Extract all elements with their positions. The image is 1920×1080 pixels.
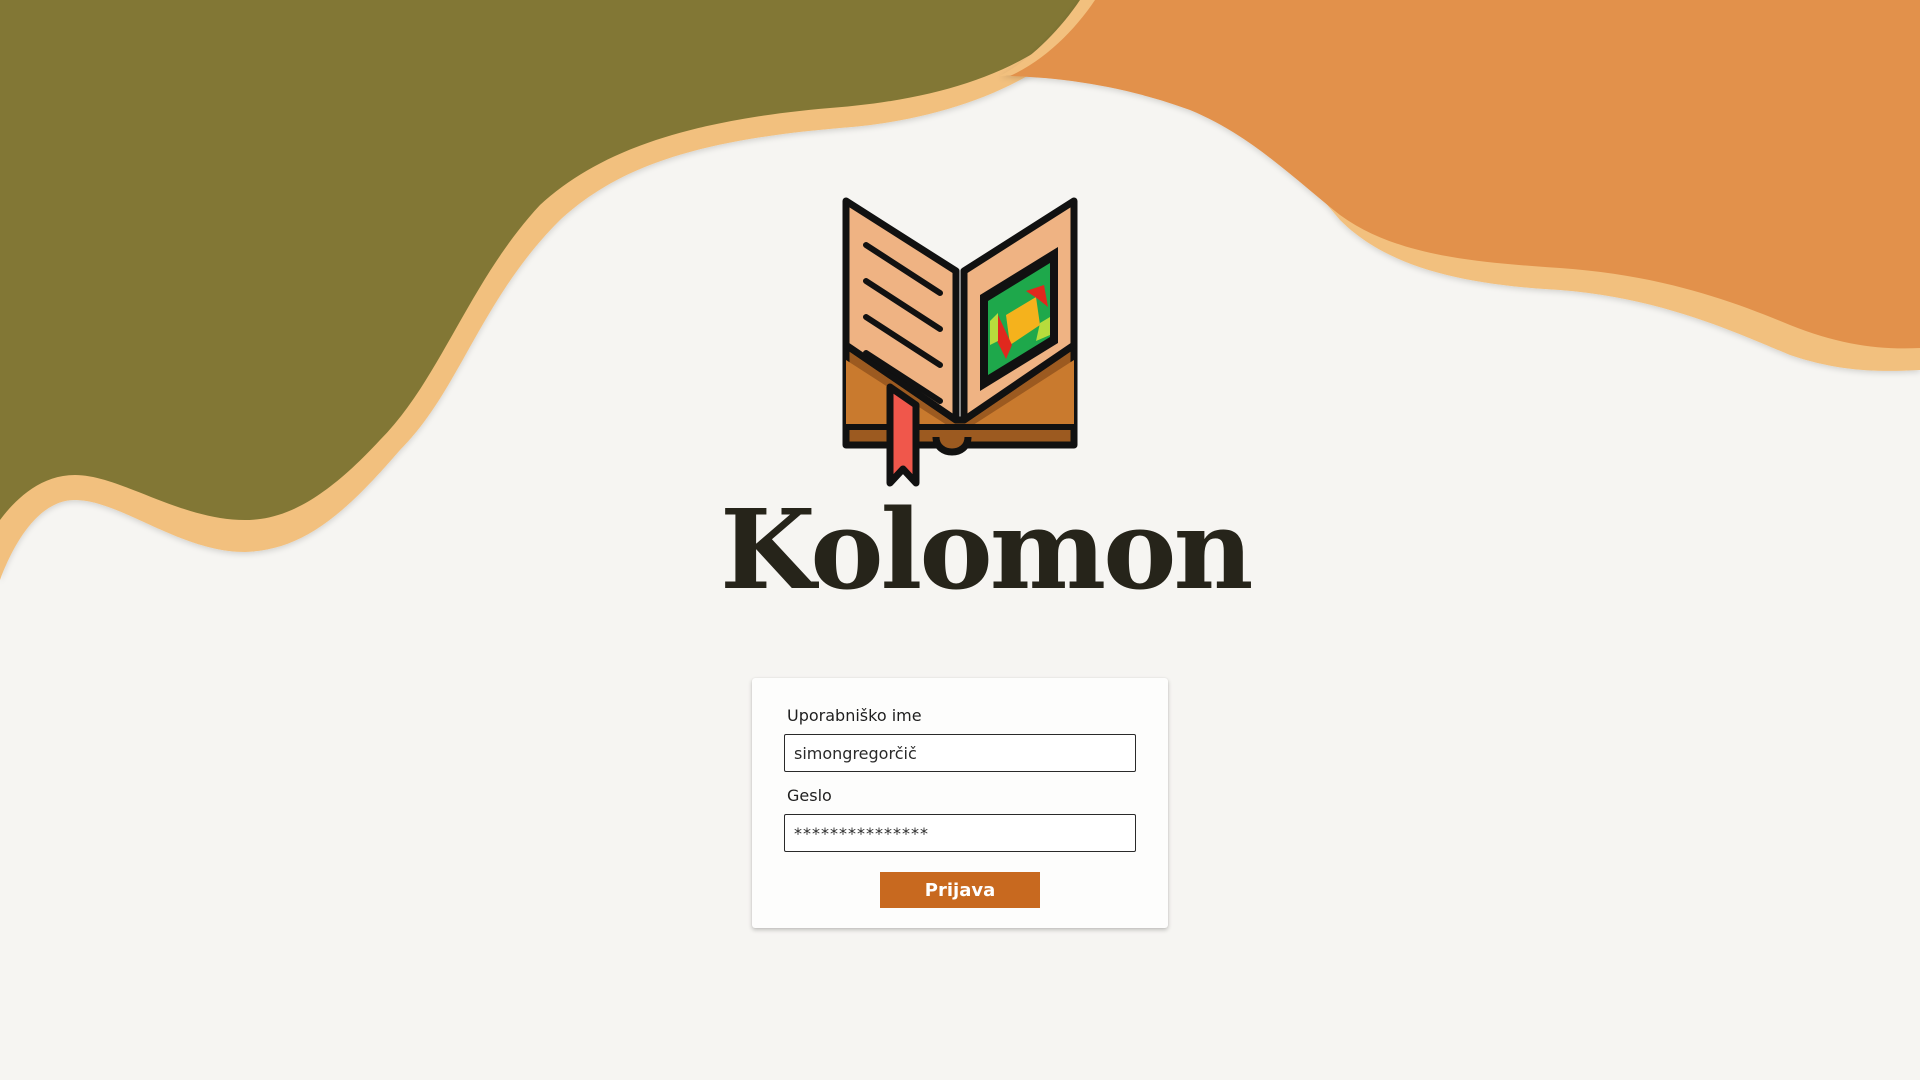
login-form: Uporabniško ime Geslo Prijava xyxy=(752,678,1168,928)
open-book-logo-icon xyxy=(842,197,1078,487)
brand-name: Kolomon xyxy=(720,485,1253,614)
username-input[interactable] xyxy=(784,734,1136,772)
login-button[interactable]: Prijava xyxy=(880,872,1040,908)
password-input[interactable] xyxy=(784,814,1136,852)
password-label: Geslo xyxy=(787,786,832,805)
username-label: Uporabniško ime xyxy=(787,706,922,725)
orange-wave xyxy=(1000,0,1920,371)
